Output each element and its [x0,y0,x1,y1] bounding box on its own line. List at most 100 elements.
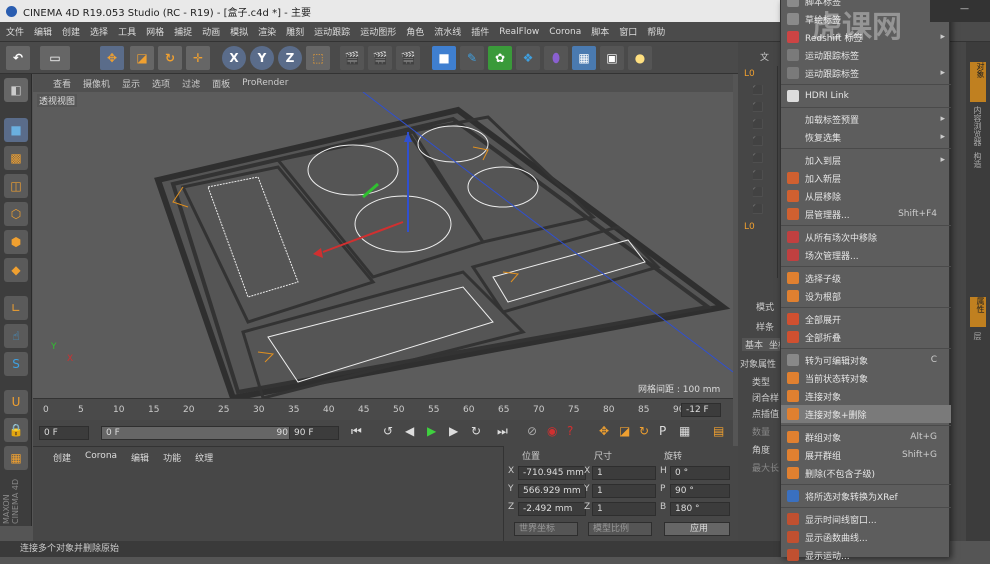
menu-7[interactable]: 动画 [202,25,220,38]
camera-icon[interactable]: ▣ [600,46,624,70]
context-menu-item[interactable]: 加入到层 ▸ [781,151,951,169]
context-menu-item[interactable]: 场次管理器... [781,246,951,264]
key-scale-icon[interactable]: ◪ [619,424,630,438]
menu-10[interactable]: 雕刻 [286,25,304,38]
floor-icon[interactable]: ▦ [572,46,596,70]
timeline-window-icon[interactable]: ▤ [713,424,724,438]
axis-mode-icon[interactable]: ∟ [4,296,28,320]
context-menu-item[interactable]: 连接对象+删除 [781,405,951,423]
transform-tool-icon[interactable]: ✛ [186,46,210,70]
rotation-field[interactable]: 0 ° [670,466,730,480]
context-menu-item[interactable]: 加载标签预置 ▸ [781,110,951,128]
render-picture-viewer-icon[interactable]: 🎬 [368,46,392,70]
cube-icon[interactable]: ■ [432,46,456,70]
menu-3[interactable]: 选择 [90,25,108,38]
viewport-menu-2[interactable]: 显示 [122,77,140,90]
side-tab-content[interactable]: 内容浏览器 [972,106,983,146]
menu-8[interactable]: 模拟 [230,25,248,38]
start-frame-field[interactable]: 0 F [39,426,89,440]
undo-icon[interactable]: ↶ [6,46,30,70]
z-axis-lock-icon[interactable]: Z [278,46,302,70]
edges-mode-icon[interactable]: ⬢ [4,230,28,254]
menu-20[interactable]: 帮助 [647,25,665,38]
rotation-field[interactable]: 180 ° [670,502,730,516]
key-pla-icon[interactable]: ▦ [679,424,690,438]
goto-start-icon[interactable]: ⏮ [351,424,362,439]
side-tab-layers[interactable]: 层 [972,332,983,340]
texture-mode-icon[interactable]: ▩ [4,146,28,170]
context-menu-item[interactable]: 全部展开 [781,310,951,328]
magnet-icon[interactable]: U [4,390,28,414]
context-menu-item[interactable]: 从所有场次中移除 [781,228,951,246]
side-tab-objects[interactable]: 对象 [970,62,986,102]
menu-14[interactable]: 流水线 [434,25,461,38]
object-tree[interactable]: L0 ⬛ ⬛ ⬛ ⬛ ⬛ ⬛ ⬛ ⬛ L0 [742,66,778,278]
context-menu-item[interactable]: 显示时间线窗口... [781,510,951,528]
side-tab-attributes[interactable]: 属性 [970,297,986,327]
menu-9[interactable]: 渲染 [258,25,276,38]
timeline-ruler[interactable]: 0 5 10 15 20 25 30 35 40 45 50 55 60 65 70 75 80 85 90 -12… [33,398,733,420]
next-key-icon[interactable]: ↻ [471,424,481,438]
grid-workplane-icon[interactable]: ▦ [4,446,28,470]
x-axis-lock-icon[interactable]: X [222,46,246,70]
menu-15[interactable]: 插件 [471,25,489,38]
viewport-menu-4[interactable]: 过滤 [182,77,200,90]
rotate-tool-icon[interactable]: ↻ [158,46,182,70]
material-menu-4[interactable]: 纹理 [195,451,213,464]
context-menu-item[interactable]: HDRI Link [781,87,951,105]
menu-19[interactable]: 窗口 [619,25,637,38]
context-menu-item[interactable]: 运动跟踪标签 [781,46,951,64]
viewport-menu-1[interactable]: 摄像机 [83,77,110,90]
light-icon[interactable]: ● [628,46,652,70]
position-field[interactable]: -710.945 mm [518,466,586,480]
material-menu-0[interactable]: 创建 [53,451,71,464]
context-menu-item[interactable]: 转为可编辑对象 C [781,351,951,369]
size-field[interactable]: 1 [592,502,656,516]
context-menu-item[interactable]: 删除(不包含子级) [781,464,951,482]
next-frame-icon[interactable]: ▶ [449,424,458,438]
prev-frame-icon[interactable]: ◀ [405,424,414,438]
viewport-menu-5[interactable]: 面板 [212,77,230,90]
context-menu-item[interactable]: 加入新层 [781,169,951,187]
deformer-icon[interactable]: ⬮ [544,46,568,70]
model-mode-icon[interactable]: ■ [4,118,28,142]
menu-17[interactable]: Corona [549,27,581,37]
viewport-menu-0[interactable]: 查看 [53,77,71,90]
size-field[interactable]: 1 [592,466,656,480]
snap-icon[interactable]: S [4,352,28,376]
workplane-mode-icon[interactable]: ◫ [4,174,28,198]
context-menu-item[interactable]: 恢复选集 ▸ [781,128,951,146]
material-menu-1[interactable]: Corona [85,451,117,464]
menu-4[interactable]: 工具 [118,25,136,38]
play-icon[interactable]: ▶ [427,424,436,438]
rotation-field[interactable]: 90 ° [670,484,730,498]
position-field[interactable]: 566.929 mm [518,484,586,498]
lock-workplane-icon[interactable]: 🔒 [4,418,28,442]
keyframe-icon[interactable]: ? [567,424,573,438]
key-param-icon[interactable]: P [659,424,666,438]
render-settings-icon[interactable]: 🎬 [396,46,420,70]
record-icon[interactable]: ⊘ [527,424,537,438]
attributes-mode[interactable]: 模式 [756,300,774,313]
minimize-icon[interactable]: — [960,4,969,14]
context-menu-item[interactable]: 从层移除 [781,187,951,205]
tab-basic[interactable]: 基本 [742,338,767,351]
key-rotation-icon[interactable]: ↻ [639,424,649,438]
size-field[interactable]: 1 [592,484,656,498]
goto-end-icon[interactable]: ⏭ [497,424,508,439]
frame-range-slider[interactable]: 0 F 90 F [101,426,301,440]
tweak-mode-icon[interactable]: ☝ [4,324,28,348]
context-menu-item[interactable]: 运动跟踪标签 ▸ [781,64,951,82]
context-menu-item[interactable]: 展开群组 Shift+G [781,446,951,464]
context-menu-item[interactable]: 当前状态转对象 [781,369,951,387]
side-tab-structure[interactable]: 构造 [972,152,983,168]
position-field[interactable]: -2.492 mm [518,502,586,516]
menu-6[interactable]: 捕捉 [174,25,192,38]
objects-tab[interactable]: 文 [760,50,769,63]
menu-5[interactable]: 网格 [146,25,164,38]
context-menu-item[interactable]: 群组对象 Alt+G [781,428,951,446]
context-menu-item[interactable]: 显示运动... [781,546,951,564]
select-tool-icon[interactable]: ▭ [40,46,70,70]
apply-button[interactable]: 应用 [664,522,730,536]
menu-0[interactable]: 文件 [6,25,24,38]
